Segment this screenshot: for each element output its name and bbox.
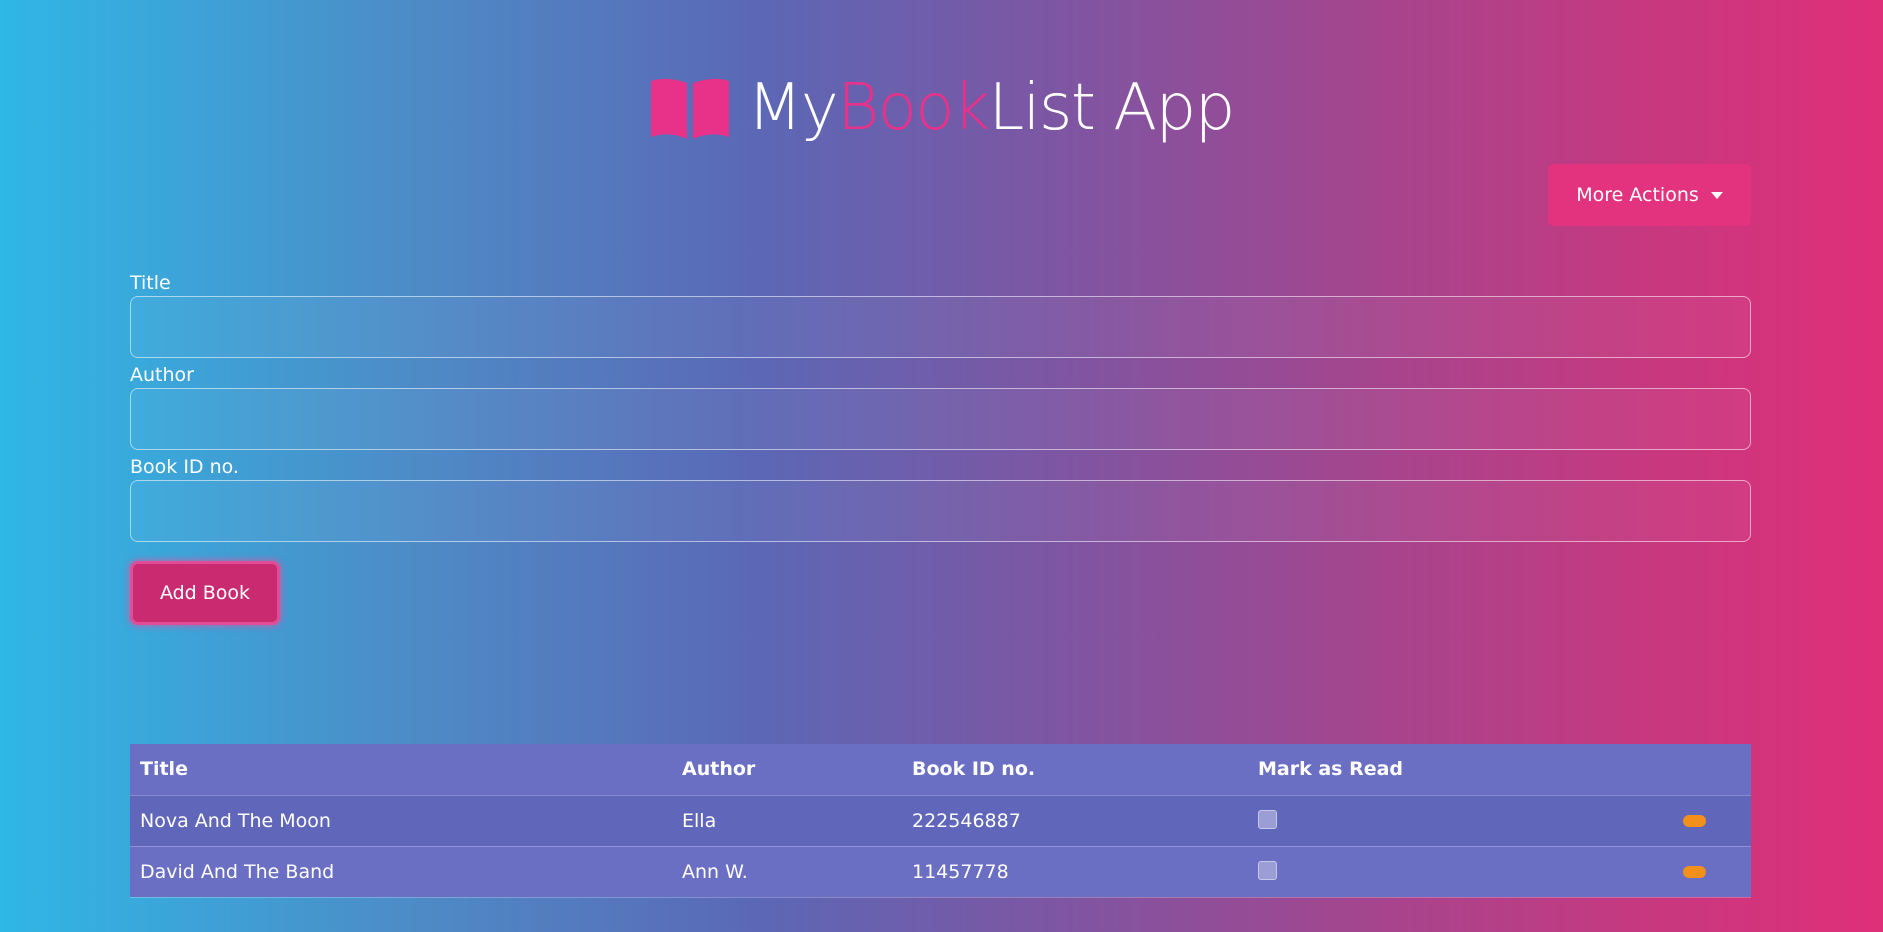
title-label: Title [130, 272, 171, 294]
delete-book-button[interactable] [1683, 866, 1706, 878]
mark-as-read-cell [1248, 846, 1638, 898]
author-label: Author [130, 364, 194, 386]
app-header: MyBookList App [0, 68, 1883, 148]
book-author-cell: Ann W. [672, 846, 902, 898]
column-header-title: Title [130, 744, 672, 796]
title-input[interactable] [130, 296, 1751, 358]
book-id-label: Book ID no. [130, 456, 239, 478]
more-actions-label: More Actions [1576, 184, 1699, 206]
column-header-mark-as-read: Mark as Read [1248, 744, 1638, 796]
book-id-cell: 11457778 [902, 846, 1248, 898]
author-input[interactable] [130, 388, 1751, 450]
book-id-cell: 222546887 [902, 795, 1248, 847]
book-title-cell: David And The Band [130, 846, 672, 898]
column-header-actions [1638, 744, 1751, 796]
app-title: MyBookList App [747, 71, 1235, 145]
more-actions-dropdown-button[interactable]: More Actions [1548, 164, 1751, 226]
mark-as-read-checkbox[interactable] [1258, 809, 1277, 829]
table-row: David And The Band Ann W. 11457778 [130, 846, 1751, 898]
mark-as-read-cell [1248, 795, 1638, 847]
delete-book-button[interactable] [1683, 815, 1706, 827]
column-header-book-id: Book ID no. [902, 744, 1248, 796]
book-title-cell: Nova And The Moon [130, 795, 672, 847]
add-book-button[interactable]: Add Book [130, 561, 280, 625]
app-title-accent: Book [837, 71, 990, 145]
caret-down-icon [1710, 191, 1723, 199]
row-action-cell [1638, 795, 1751, 847]
book-list-table: Title Author Book ID no. Mark as Read No… [130, 744, 1751, 898]
add-book-form: Title Author Book ID no. [130, 270, 1751, 546]
book-open-icon [651, 78, 730, 139]
book-author-cell: Ella [672, 795, 902, 847]
book-id-input[interactable] [130, 480, 1751, 542]
column-header-author: Author [672, 744, 902, 796]
table-row: Nova And The Moon Ella 222546887 [130, 795, 1751, 847]
table-header-row: Title Author Book ID no. Mark as Read [130, 744, 1751, 796]
mark-as-read-checkbox[interactable] [1258, 860, 1277, 880]
row-action-cell [1638, 846, 1751, 898]
